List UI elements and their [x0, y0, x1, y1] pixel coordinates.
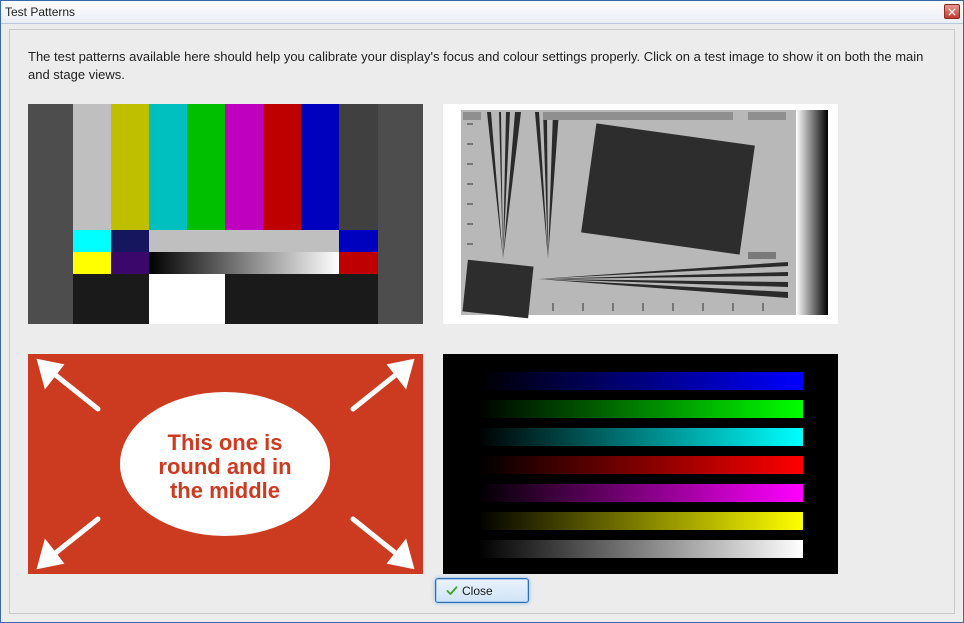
- colour-bars-image: [28, 104, 423, 324]
- pattern-thumb-gradients[interactable]: [443, 354, 838, 574]
- check-icon: [446, 585, 458, 597]
- description-text: The test patterns available here should …: [28, 48, 934, 83]
- window-title: Test Patterns: [5, 5, 75, 19]
- geometry-image: This one is round and in the middle: [28, 354, 423, 574]
- close-button[interactable]: Close: [435, 578, 529, 603]
- pattern-thumb-geometry[interactable]: This one is round and in the middle: [28, 354, 423, 574]
- close-button-label: Close: [462, 584, 493, 598]
- titlebar: Test Patterns: [1, 1, 963, 24]
- pattern-grid: This one is round and in the middle: [28, 104, 838, 574]
- pattern-thumb-focus-chart[interactable]: [443, 104, 838, 324]
- pattern-thumb-colour-bars[interactable]: [28, 104, 423, 324]
- focus-chart-image: [443, 104, 838, 324]
- geometry-text-line2: round and in: [158, 454, 291, 479]
- geometry-text-line1: This one is: [168, 430, 283, 455]
- window-close-button[interactable]: [944, 4, 960, 19]
- gradient-bars-image: [443, 354, 838, 574]
- close-icon: [948, 8, 956, 16]
- button-row: Close: [10, 578, 954, 603]
- dialog-body: The test patterns available here should …: [9, 29, 955, 614]
- geometry-text-line3: the middle: [170, 478, 280, 503]
- test-patterns-window: Test Patterns The test patterns availabl…: [0, 0, 964, 623]
